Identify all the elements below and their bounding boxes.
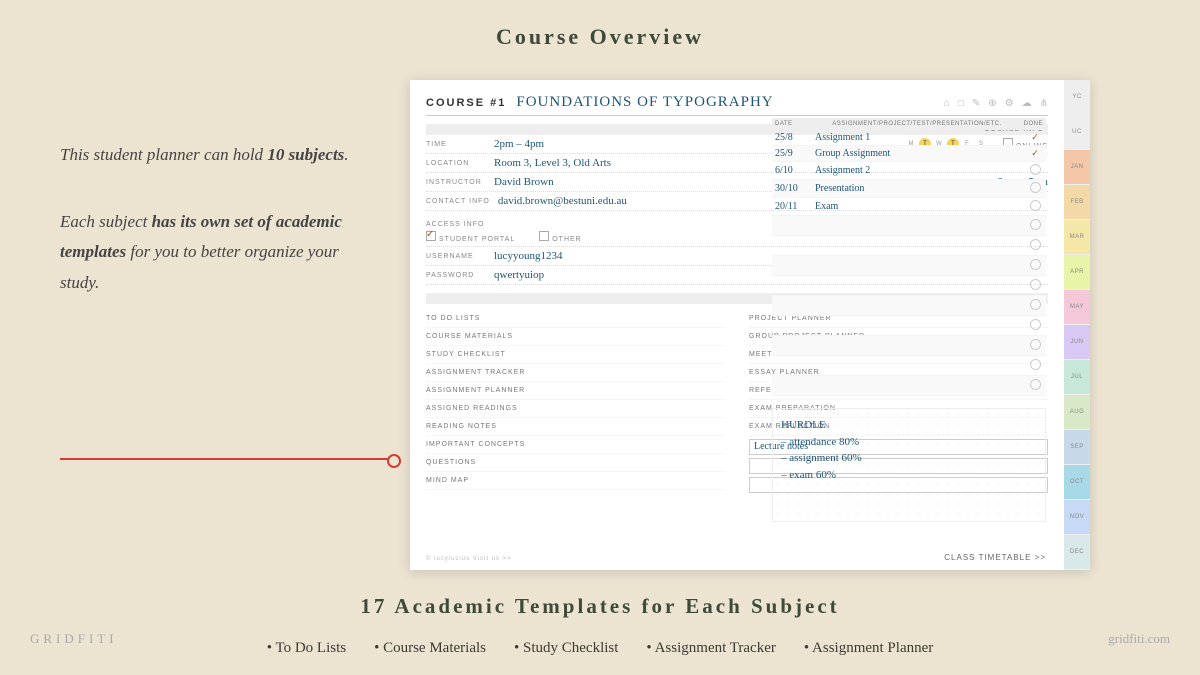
col-header: DONE [1019, 121, 1043, 127]
month-tab[interactable]: NOV [1064, 500, 1090, 535]
month-tab[interactable]: FEB [1064, 185, 1090, 220]
template-link[interactable]: ASSIGNMENT TRACKER [426, 364, 725, 382]
month-tab[interactable]: OCT [1064, 465, 1090, 500]
field-label: LOCATION [426, 160, 486, 167]
table-header: DATE ASSIGNMENT/PROJECT/TEST/PRESENTATIO… [772, 118, 1046, 130]
field-label: USERNAME [426, 253, 486, 260]
field-value[interactable]: lucyyoung1234 [494, 250, 562, 262]
month-tab[interactable]: JAN [1064, 150, 1090, 185]
home-icon[interactable]: ⌂ [944, 98, 950, 109]
table-row[interactable] [772, 356, 1046, 376]
bullet-item: • Course Materials [374, 640, 486, 656]
brand-logo: GRIDFITI [30, 631, 118, 647]
bullet-item: • Study Checklist [514, 640, 618, 656]
footer-credit: © lucylucius Visit us >> [426, 556, 512, 562]
globe-icon[interactable]: ⊕ [988, 98, 996, 109]
course-number: COURSE #1 [426, 97, 506, 109]
month-tab[interactable]: AUG [1064, 395, 1090, 430]
page-title: Course Overview [0, 0, 1200, 50]
notes-line: – attendance 80% [781, 434, 1037, 451]
month-tab[interactable]: UC [1064, 115, 1090, 150]
table-row[interactable] [772, 376, 1046, 396]
month-tab[interactable]: YC [1064, 80, 1090, 115]
table-row[interactable]: 6/10Assignment 2 [772, 162, 1046, 180]
description: This student planner can hold 10 subject… [60, 140, 360, 334]
field-label: TIME [426, 141, 486, 148]
portal-checkbox[interactable] [426, 231, 436, 241]
col-header: ASSIGNMENT/PROJECT/TEST/PRESENTATION/ETC… [815, 121, 1019, 127]
template-link[interactable]: QUESTIONS [426, 454, 725, 472]
template-link[interactable]: MIND MAP [426, 472, 725, 490]
desc-text: This student planner can hold [60, 145, 267, 164]
field-label: OTHER [552, 236, 582, 243]
notes-area[interactable]: HURDLE – attendance 80% – assignment 60%… [772, 408, 1046, 522]
notes-title: HURDLE [781, 417, 1037, 434]
field-value[interactable]: David Brown [494, 176, 554, 188]
table-row[interactable] [772, 316, 1046, 336]
table-row[interactable]: 20/11Exam [772, 198, 1046, 216]
table-row[interactable] [772, 216, 1046, 236]
field-label: PASSWORD [426, 272, 486, 279]
bullet-item: • Assignment Planner [804, 640, 933, 656]
field-value[interactable]: 2pm – 4pm [494, 138, 544, 150]
month-tab[interactable]: MAR [1064, 220, 1090, 255]
planner-page: COURSE #1 FOUNDATIONS OF TYPOGRAPHY ⌂ □ … [410, 80, 1090, 570]
notes-line: – assignment 60% [781, 450, 1037, 467]
table-row[interactable] [772, 336, 1046, 356]
cloud-icon[interactable]: ☁ [1022, 98, 1032, 109]
field-value[interactable]: Room 3, Level 3, Old Arts [494, 157, 611, 169]
table-row[interactable] [772, 256, 1046, 276]
table-row[interactable]: 25/9Group Assignment✓ [772, 146, 1046, 162]
month-tabs: YCUCJANFEBMARAPRMAYJUNJULAUGSEPOCTNOVDEC [1064, 80, 1090, 570]
table-row[interactable] [772, 276, 1046, 296]
field-value[interactable]: qwertyuiop [494, 269, 544, 281]
col-header: DATE [775, 121, 815, 127]
table-row[interactable] [772, 296, 1046, 316]
desc-bold: 10 subjects [267, 145, 344, 164]
subtitle: 17 Academic Templates for Each Subject [0, 594, 1200, 619]
page-icon[interactable]: □ [958, 98, 964, 109]
template-link[interactable]: STUDY CHECKLIST [426, 346, 725, 364]
template-link[interactable]: ASSIGNMENT PLANNER [426, 382, 725, 400]
table-row[interactable]: 30/10Presentation [772, 180, 1046, 198]
share-icon[interactable]: ⋔ [1040, 98, 1048, 109]
table-row[interactable] [772, 236, 1046, 256]
template-link[interactable]: IMPORTANT CONCEPTS [426, 436, 725, 454]
field-label: INSTRUCTOR [426, 179, 486, 186]
month-tab[interactable]: DEC [1064, 535, 1090, 570]
month-tab[interactable]: JUL [1064, 360, 1090, 395]
month-tab[interactable]: SEP [1064, 430, 1090, 465]
template-link[interactable]: COURSE MATERIALS [426, 328, 725, 346]
brand-url: gridfiti.com [1108, 631, 1170, 647]
month-tab[interactable]: JUN [1064, 325, 1090, 360]
month-tab[interactable]: MAY [1064, 290, 1090, 325]
notes-line: – exam 60% [781, 467, 1037, 484]
desc-text: . [344, 145, 348, 164]
template-link[interactable]: ASSIGNED READINGS [426, 400, 725, 418]
field-label: CONTACT INFO [426, 198, 490, 205]
bullet-list: • To Do Lists • Course Materials • Study C… [0, 640, 1200, 657]
field-label: STUDENT PORTAL [439, 236, 515, 243]
toolbar: ⌂ □ ✎ ⊕ ⚙ ☁ ⋔ [944, 98, 1048, 109]
timetable-link[interactable]: CLASS TIMETABLE >> [944, 553, 1046, 562]
desc-text: Each subject [60, 212, 152, 231]
bullet-item: • Assignment Tracker [646, 640, 775, 656]
template-link[interactable]: READING NOTES [426, 418, 725, 436]
settings-icon[interactable]: ⚙ [1005, 98, 1014, 109]
course-title[interactable]: FOUNDATIONS OF TYPOGRAPHY [516, 94, 773, 111]
table-row[interactable]: 25/8Assignment 1✓ [772, 130, 1046, 146]
bullet-item: • To Do Lists [267, 640, 346, 656]
month-tab[interactable]: APR [1064, 255, 1090, 290]
template-link[interactable]: TO DO LISTS [426, 310, 725, 328]
field-value[interactable]: david.brown@bestuni.edu.au [498, 195, 627, 207]
edit-icon[interactable]: ✎ [972, 98, 980, 109]
callout-arrow [60, 458, 400, 460]
other-checkbox[interactable] [539, 231, 549, 241]
